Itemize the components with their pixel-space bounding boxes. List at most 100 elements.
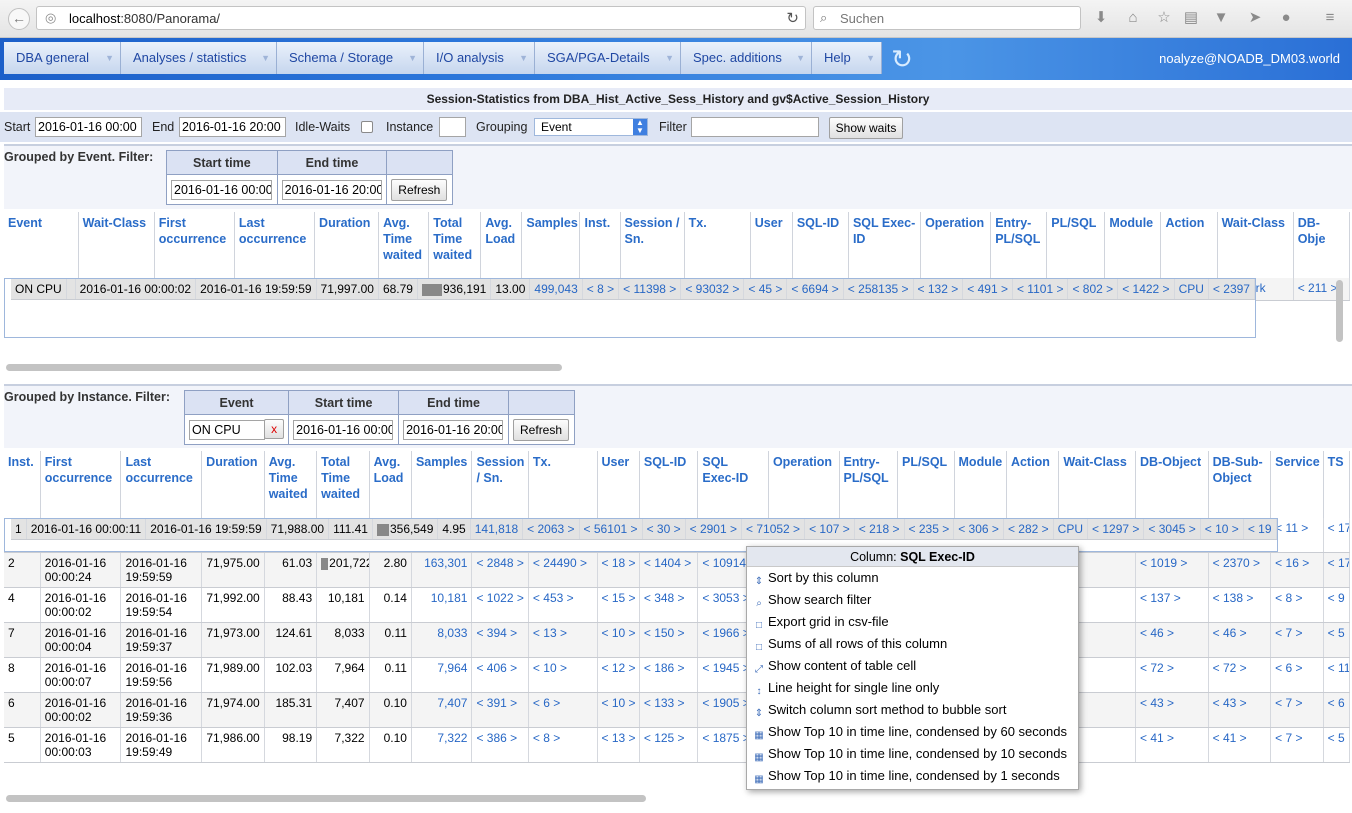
menu-dba-general[interactable]: DBA general ▼ [4, 42, 121, 74]
column-header-duration[interactable]: Duration [201, 451, 265, 518]
column-header-wait-class[interactable]: Wait-Class [78, 212, 155, 278]
grouping-select[interactable]: Event ▲ ▼ [534, 118, 648, 136]
column-header-total-time-waited[interactable]: Total Time waited [316, 451, 370, 518]
cell-dbobj[interactable]: < 137 > [1135, 587, 1209, 623]
cell-exec-id[interactable]: < 71052 > [741, 519, 806, 540]
table-row[interactable]: 5 2016-01-16 00:00:03 2016-01-16 19:59:49 7… [4, 727, 1351, 763]
event-filter-start-input[interactable]: 2016-01-16 00:00 [171, 179, 272, 200]
column-header-user[interactable]: User [750, 212, 793, 278]
url-bar[interactable]: ◎ localhost:8080/Panorama/ ↻ [36, 6, 806, 30]
menu-help[interactable]: Help ▼ [812, 42, 882, 74]
column-header-sql-exec-id[interactable]: SQL Exec-ID [697, 451, 769, 518]
bookmark-star-icon[interactable]: ☆ [1155, 9, 1173, 27]
cell-dbsub[interactable]: < 2370 > [1208, 552, 1272, 588]
column-header-duration[interactable]: Duration [314, 212, 380, 278]
search-input[interactable]: ⌕ Suchen [813, 6, 1081, 30]
cell-samples[interactable]: 8,033 [411, 622, 473, 658]
column-header-operation[interactable]: Operation [920, 212, 992, 278]
menu-io-analysis[interactable]: I/O analysis ▼ [424, 42, 535, 74]
reading-list-icon[interactable]: ▤ [1182, 9, 1200, 27]
cell-wait-class[interactable]: CPU [1053, 519, 1089, 540]
column-header-entry-pl-sql[interactable]: Entry-PL/SQL [990, 212, 1048, 278]
cell-wait-class2[interactable]: CPU [1174, 279, 1209, 300]
cell-sql-id[interactable]: < 2901 > [685, 519, 743, 540]
cell-user[interactable]: < 12 > [597, 657, 640, 693]
context-menu-item[interactable]: ⇕ Sort by this column [747, 567, 1078, 589]
event-grid-vertical-scrollbar[interactable] [1336, 280, 1343, 342]
column-header-inst[interactable]: Inst. [579, 212, 621, 278]
cell-dbobj[interactable]: < 1297 > [1087, 519, 1145, 540]
column-header-last-occurrence[interactable]: Last occurrence [234, 212, 316, 278]
column-header-ts[interactable]: TS [1323, 451, 1351, 518]
cell-service[interactable]: < 11 > [1270, 518, 1324, 553]
column-header-last-occurrence[interactable]: Last occurrence [120, 451, 203, 518]
cell-session[interactable]: < 2063 > [522, 519, 580, 540]
context-menu-item[interactable]: ↕ Line height for single line only [747, 677, 1078, 699]
cell-session[interactable]: < 1022 > [471, 587, 529, 623]
menu-sga-pga[interactable]: SGA/PGA-Details ▼ [535, 42, 681, 74]
cell-samples[interactable]: 7,407 [411, 692, 473, 728]
cell-samples[interactable]: 499,043 [529, 279, 583, 300]
cell-exec-id[interactable]: < 258135 > [843, 279, 914, 300]
end-input[interactable]: 2016-01-16 20:00 [179, 117, 286, 137]
menu-spec-additions[interactable]: Spec. additions ▼ [681, 42, 812, 74]
cell-session[interactable]: < 11398 > [618, 279, 682, 300]
cell-entry[interactable]: < 491 > [962, 279, 1013, 300]
cell-sql-id[interactable]: < 186 > [639, 657, 699, 693]
column-header-samples[interactable]: Samples [521, 212, 581, 278]
column-header-db-sub-object[interactable]: DB-Sub-Object [1208, 451, 1272, 518]
cell-user[interactable]: < 13 > [597, 727, 640, 763]
instance-filter-end-input[interactable]: 2016-01-16 20:00 [403, 419, 504, 440]
instance-input[interactable] [439, 117, 466, 137]
column-header-action[interactable]: Action [1160, 212, 1218, 278]
cell-user[interactable]: < 10 > [597, 622, 640, 658]
cell-session[interactable]: < 394 > [471, 622, 529, 658]
cell-service[interactable]: < 16 > [1270, 552, 1324, 588]
cell-samples[interactable]: 7,322 [411, 727, 473, 763]
context-menu-item[interactable]: ▦ Show Top 10 in time line, condensed by … [747, 721, 1078, 743]
instance-refresh-button[interactable]: Refresh [513, 418, 570, 441]
cell-sql-id[interactable]: < 150 > [639, 622, 699, 658]
column-header-avg-load[interactable]: Avg. Load [480, 212, 523, 278]
cell-dbsub[interactable]: < 41 > [1208, 727, 1272, 763]
cell-sql-id[interactable]: < 133 > [639, 692, 699, 728]
context-menu-item[interactable]: □ Export grid in csv-file [747, 611, 1078, 633]
table-row[interactable]: 4 2016-01-16 00:00:02 2016-01-16 19:59:54 7… [4, 587, 1351, 623]
cell-sql-id[interactable]: < 348 > [639, 587, 699, 623]
cell-tx[interactable]: < 93032 > [680, 279, 745, 300]
cell-module[interactable]: < 306 > [953, 519, 1004, 540]
cell-ts[interactable]: < 9 [1323, 587, 1351, 623]
cell-session[interactable]: < 2848 > [471, 552, 529, 588]
column-header-session-sn[interactable]: Session / Sn. [471, 451, 529, 518]
cell-ts[interactable]: < 17 [1323, 518, 1351, 553]
clear-filter-button[interactable]: x [264, 419, 285, 439]
cell-dbobj[interactable]: < 2397 [1208, 279, 1255, 300]
column-header-service[interactable]: Service [1270, 451, 1324, 518]
cell-tx[interactable]: < 10 > [528, 657, 598, 693]
cell-session[interactable]: < 386 > [471, 727, 529, 763]
cell-tx[interactable]: < 56101 > [579, 519, 643, 540]
cell-sql-id[interactable]: < 6694 > [786, 279, 844, 300]
context-menu-item[interactable]: ▦ Show Top 10 in time line, condensed by … [747, 743, 1078, 765]
cell-tx[interactable]: < 8 > [528, 727, 598, 763]
cell-samples[interactable]: 141,818 [470, 519, 524, 540]
cell-user[interactable]: < 10 > [597, 692, 640, 728]
table-row[interactable]: ON CPU 2016-01-16 00:00:02 2016-01-16 19:5… [4, 278, 1256, 338]
refresh-logo-icon[interactable]: ↻ [886, 44, 918, 74]
home-icon[interactable]: ⌂ [1124, 9, 1142, 27]
cell-session[interactable]: < 406 > [471, 657, 529, 693]
chat-icon[interactable]: ● [1277, 9, 1295, 27]
column-header-db-object[interactable]: DB-Object [1135, 451, 1209, 518]
cell-action[interactable]: < 1422 > [1117, 279, 1175, 300]
column-header-sql-exec-id[interactable]: SQL Exec-ID [848, 212, 922, 278]
cell-user[interactable]: < 18 > [597, 552, 640, 588]
cell-inst[interactable]: < 8 > [582, 279, 620, 300]
idle-waits-checkbox[interactable] [361, 121, 373, 133]
instance-filter-start-input[interactable]: 2016-01-16 00:00 [293, 419, 394, 440]
cell-tx[interactable]: < 13 > [528, 622, 598, 658]
cell-user[interactable]: < 45 > [743, 279, 788, 300]
cell-dbobj[interactable]: < 1019 > [1135, 552, 1209, 588]
column-header-module[interactable]: Module [954, 451, 1007, 518]
column-header-entry-pl-sql[interactable]: Entry-PL/SQL [839, 451, 899, 518]
cell-operation[interactable]: < 107 > [804, 519, 855, 540]
